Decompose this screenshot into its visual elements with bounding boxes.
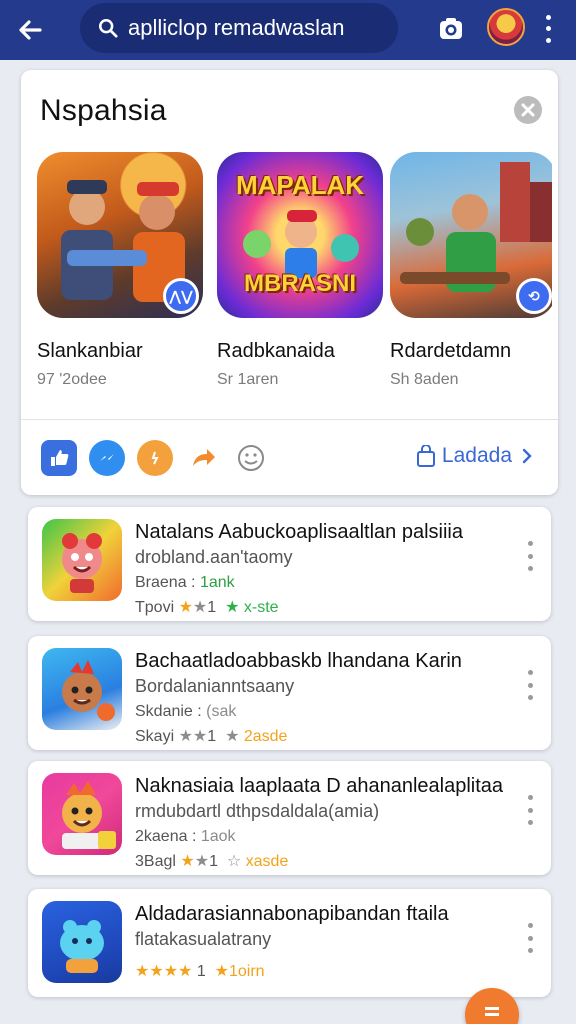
game-art-title: MAPALAK (235, 170, 365, 200)
game-name: Slankanbiar (37, 340, 143, 362)
item-title: Bachaatladoabbaskb lhandana Karin (135, 650, 462, 672)
app-icon (42, 773, 122, 855)
back-arrow-icon (19, 20, 42, 40)
item-rating: Skayi ★★1 ★ 2asde (135, 728, 288, 745)
app-icon (42, 901, 122, 983)
camera-icon (440, 18, 462, 39)
list-item[interactable]: Aldadarasiannabonapibandan ftaila flatak… (28, 889, 551, 997)
search-input[interactable] (128, 15, 398, 41)
item-subtitle: drobland.aan'taomy (135, 547, 293, 567)
list-item[interactable]: Bachaatladoabbaskb lhandana Karin Bordal… (28, 636, 551, 750)
thumbs-up-icon[interactable] (41, 440, 77, 476)
more-vertical-icon[interactable] (525, 923, 535, 953)
game-badge-icon: ⟲ (516, 278, 552, 314)
chevron-right-icon (522, 448, 532, 464)
item-title: Aldadarasiannabonapibandan ftaila (135, 903, 449, 925)
bag-icon (416, 445, 435, 467)
more-vertical-icon[interactable] (525, 670, 535, 700)
share-arrow-icon[interactable] (185, 440, 221, 476)
camera-button[interactable] (436, 14, 466, 44)
close-button[interactable] (514, 96, 542, 124)
app-icon (42, 648, 122, 730)
share-row (41, 440, 281, 476)
more-link[interactable]: Ladada (416, 444, 534, 468)
emoji-icon[interactable] (233, 440, 269, 476)
item-size: Skdanie : (sak (135, 703, 237, 720)
game-meta: Sr 1aren (217, 371, 279, 388)
item-subtitle: Bordalanianntsaany (135, 676, 295, 696)
more-vertical-icon[interactable] (525, 795, 535, 825)
featured-game[interactable]: MAPALAK MBRASNI Radbkanaida Sr 1aren (217, 152, 383, 389)
top-app-bar (0, 0, 576, 60)
game-art: MAPALAK MBRASNI (217, 152, 383, 318)
list-item[interactable]: Natalans Aabuckoaplisaaltlan palsiiia dr… (28, 507, 551, 621)
avatar[interactable] (487, 8, 525, 46)
game-meta: Sh 8aden (390, 371, 459, 388)
game-art: ⟲ (390, 152, 552, 318)
search-bar[interactable] (80, 3, 398, 53)
list-icon (485, 1007, 499, 1016)
close-icon (521, 103, 535, 117)
game-name: Radbkanaida (217, 340, 335, 362)
item-subtitle: flatakasualatrany (135, 929, 272, 949)
item-rating: 3Bagl ★★1 ☆ xasde (135, 853, 289, 870)
game-meta: 97 '2odee (37, 371, 107, 388)
item-title: Naknasiaia laaplaata D ahananlealaplitaa (135, 775, 504, 797)
more-vertical-icon[interactable] (525, 541, 535, 571)
more-vertical-icon[interactable] (536, 12, 560, 46)
back-button[interactable] (0, 2, 60, 58)
item-size: Braena : 1ank (135, 574, 235, 591)
messenger-icon[interactable] (89, 440, 125, 476)
item-rating: ★★★★ 1 ★1oirn (135, 963, 265, 980)
item-title: Natalans Aabuckoaplisaaltlan palsiiia (135, 521, 463, 543)
item-size: 2kaena : 1aok (135, 828, 236, 845)
chat-bubble-icon[interactable] (137, 440, 173, 476)
item-subtitle: rmdubdartl dthpsdaldala(amia) (135, 801, 380, 821)
more-link-label: Ladada (441, 444, 512, 467)
featured-title: Nspahsia (40, 94, 167, 127)
search-icon (99, 19, 118, 38)
divider (21, 419, 558, 420)
app-icon (42, 519, 122, 601)
featured-game[interactable]: ⟲ Rdardetdamn Sh 8aden (390, 152, 552, 389)
game-name: Rdardetdamn (390, 340, 512, 362)
featured-game[interactable]: ⋀⋁ Slankanbiar 97 '2odee (37, 152, 203, 389)
game-art-subtitle: MBRASNI (244, 270, 356, 297)
list-item[interactable]: Naknasiaia laaplaata D ahananlealaplitaa… (28, 761, 551, 875)
game-badge-icon: ⋀⋁ (163, 278, 199, 314)
game-art: ⋀⋁ (37, 152, 203, 318)
featured-card: Nspahsia ⋀⋁ Slankanbiar 97 '2odee MAPALA… (21, 70, 558, 495)
item-rating: Tpovi ★★1 ★ x-ste (135, 599, 279, 616)
